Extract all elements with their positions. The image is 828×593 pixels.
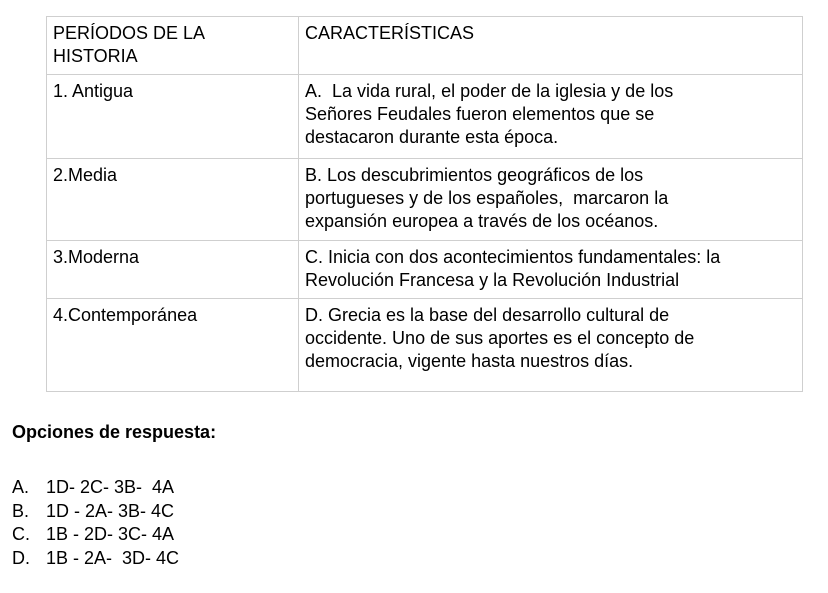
answer-option-b: B. 1D - 2A- 3B- 4C	[12, 500, 179, 524]
option-text: 1B - 2D- 3C- 4A	[46, 524, 175, 545]
header-periods: PERÍODOS DE LA HISTORIA	[46, 16, 299, 75]
table-row: 3.Moderna C. Inicia con dos acontecimien…	[46, 240, 803, 299]
option-letter: A.	[12, 477, 30, 497]
period-cell: 3.Moderna	[46, 240, 299, 299]
description-cell: A. La vida rural, el poder de la iglesia…	[298, 74, 803, 159]
description-cell: C. Inicia con dos acontecimientos fundam…	[298, 240, 803, 299]
period-cell: 2.Media	[46, 158, 299, 241]
option-letter: B.	[12, 500, 30, 521]
description-line: D. Grecia es la base del desarrollo cult…	[305, 305, 670, 325]
description-line: destacaron durante esta época.	[305, 127, 559, 147]
description-line: Revolución Francesa y la Revolución Indu…	[305, 270, 680, 290]
option-text: 1B - 2A- 3D- 4C	[46, 548, 180, 569]
header-text: HISTORIA	[53, 46, 138, 66]
table-row: 2.Media B. Los descubrimientos geográfic…	[46, 158, 803, 241]
header-text: PERÍODOS DE LA	[53, 23, 206, 43]
answer-option-c: C. 1B - 2D- 3C- 4A	[12, 523, 179, 547]
table-row: 1. Antigua A. La vida rural, el poder de…	[46, 74, 803, 159]
periods-table: PERÍODOS DE LA HISTORIA CARACTERÍSTICAS …	[46, 16, 803, 392]
description-line: B. Los descubrimientos geográficos de lo…	[305, 165, 644, 185]
answer-options-list: A. 1D- 2C- 3B- 4A B. 1D - 2A- 3B- 4C C. 1B …	[12, 476, 179, 571]
description-line: occidente. Uno de sus aportes es el conc…	[305, 328, 695, 348]
description-line: Señores Feudales fueron elementos que se	[305, 104, 655, 124]
description-line: democracia, vigente hasta nuestros días.	[305, 351, 634, 371]
description-line: portugueses y de los españoles, marcaron…	[305, 188, 669, 208]
period-cell: 4.Contemporánea	[46, 298, 299, 392]
options-heading: Opciones de respuesta:	[12, 422, 217, 442]
table-row: 4.Contemporánea D. Grecia es la base del…	[46, 298, 803, 392]
period-cell: 1. Antigua	[46, 74, 299, 159]
option-letter: D.	[12, 548, 30, 569]
description-line: expansión europea a través de los océano…	[305, 211, 659, 231]
header-characteristics: CARACTERÍSTICAS	[298, 16, 803, 75]
description-line: A. La vida rural, el poder de la iglesia…	[305, 81, 674, 101]
table-header-row: PERÍODOS DE LA HISTORIA CARACTERÍSTICAS	[46, 16, 803, 75]
option-text: 1D- 2C- 3B- 4A	[46, 477, 175, 497]
answer-option-a: A. 1D- 2C- 3B- 4A	[12, 476, 179, 500]
answer-option-d: D. 1B - 2A- 3D- 4C	[12, 547, 179, 571]
option-text: 1D - 2A- 3B- 4C	[46, 500, 175, 521]
header-text: CARACTERÍSTICAS	[305, 23, 475, 43]
description-cell: B. Los descubrimientos geográficos de lo…	[298, 158, 803, 241]
description-cell: D. Grecia es la base del desarrollo cult…	[298, 298, 803, 392]
option-letter: C.	[12, 524, 30, 545]
description-line: C. Inicia con dos acontecimientos fundam…	[305, 247, 721, 267]
